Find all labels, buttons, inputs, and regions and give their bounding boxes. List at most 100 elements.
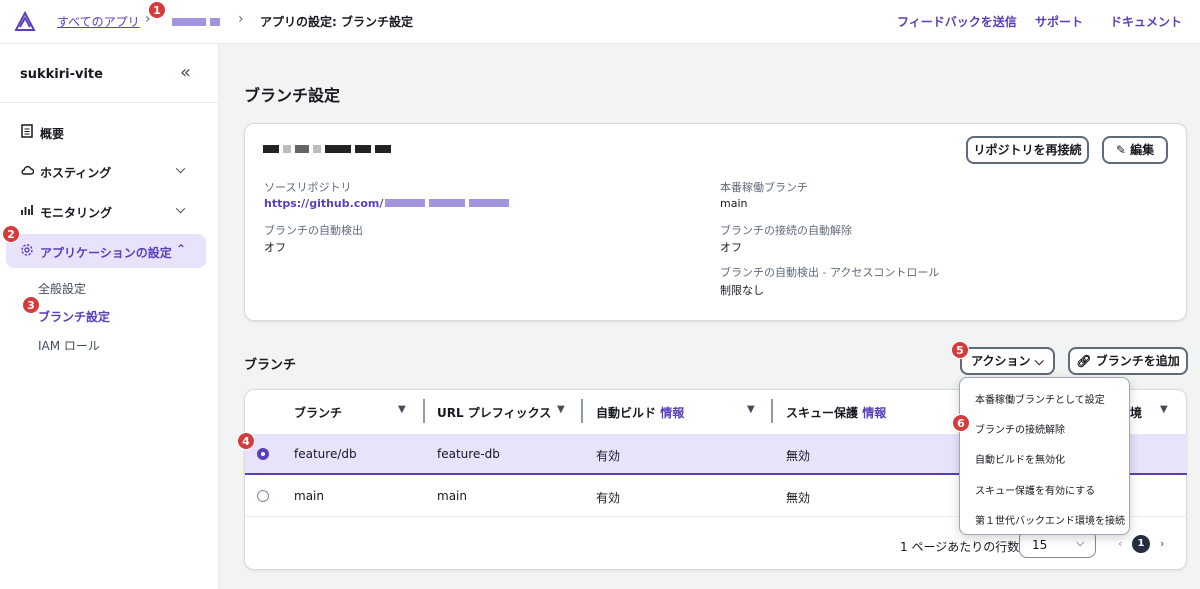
breadcrumb-current: アプリの設定: ブランチ設定 bbox=[260, 15, 413, 29]
chevron-down-icon: ⌵ bbox=[1076, 536, 1085, 549]
menu-item-connect-gen1-backend[interactable]: 第１世代バックエンド環境を接続 bbox=[975, 512, 1125, 527]
chevron-right-icon: › bbox=[238, 11, 244, 27]
feedback-link[interactable]: フィードバックを送信 bbox=[897, 13, 1017, 30]
previous-page-icon[interactable]: ‹ bbox=[1118, 537, 1122, 550]
column-header-environment[interactable]: 境 bbox=[1130, 404, 1142, 421]
repository-card: リポジトリを再接続 ✎ 編集 ソースリポジトリ https://github.c… bbox=[244, 123, 1187, 321]
sidebar-item-label: ホスティング bbox=[40, 166, 112, 180]
column-header-auto-build[interactable]: 自動ビルド 情報 bbox=[596, 404, 684, 421]
column-header-url-prefix[interactable]: URL プレフィックス bbox=[437, 404, 551, 421]
prod-branch-label: 本番稼働ブランチ bbox=[720, 181, 808, 194]
sort-down-icon[interactable]: ▼ bbox=[747, 404, 755, 415]
chevron-down-icon: ⌵ bbox=[1034, 354, 1044, 368]
sort-down-icon[interactable]: ▼ bbox=[398, 404, 406, 415]
skew-label: スキュー保護 bbox=[786, 406, 859, 420]
sidebar-item-label: モニタリング bbox=[40, 206, 113, 220]
bar-chart-icon bbox=[21, 205, 33, 215]
next-page-icon[interactable]: › bbox=[1160, 537, 1164, 550]
sidebar-item-hosting[interactable]: ホスティング ⌵ bbox=[0, 154, 219, 188]
cell-branch: main bbox=[294, 489, 324, 503]
branches-section-title: ブランチ bbox=[244, 358, 297, 373]
auto-disconnect-label: ブランチの接続の自動解除 bbox=[720, 224, 852, 237]
info-link[interactable]: 情報 bbox=[660, 406, 684, 420]
column-divider[interactable] bbox=[581, 399, 583, 423]
chevron-up-icon: ⌃ bbox=[176, 242, 187, 256]
add-branch-label: ブランチを追加 bbox=[1095, 354, 1180, 368]
sidebar: sukkiri-vite « 概要 ホスティング ⌵ モニタリング ⌵ アプリケ… bbox=[0, 44, 219, 589]
access-control-value: 制限なし bbox=[720, 284, 764, 297]
reconnect-repository-button[interactable]: リポジトリを再接続 bbox=[966, 136, 1089, 164]
documentation-link[interactable]: ドキュメント bbox=[1110, 13, 1182, 30]
support-link[interactable]: サポート bbox=[1035, 13, 1083, 30]
info-link[interactable]: 情報 bbox=[862, 406, 886, 420]
edit-button-label: 編集 bbox=[1130, 143, 1155, 157]
sidebar-subitem-general[interactable]: 全般設定 bbox=[38, 280, 86, 297]
row-radio[interactable] bbox=[257, 490, 269, 502]
column-divider[interactable] bbox=[771, 399, 773, 423]
amplify-logo-icon[interactable] bbox=[14, 10, 36, 32]
breadcrumb-all-apps[interactable]: すべてのアプリ bbox=[57, 13, 140, 30]
rows-per-page-value: 15 bbox=[1032, 538, 1048, 552]
gear-icon bbox=[21, 244, 33, 256]
auto-detect-value: オフ bbox=[264, 241, 286, 254]
menu-item-enable-skew-protection[interactable]: スキュー保護を有効にする bbox=[975, 482, 1095, 497]
access-control-label: ブランチの自動検出 - アクセスコントロール bbox=[720, 266, 940, 279]
cloud-icon bbox=[21, 165, 34, 175]
source-repo-url: https://github.com/ bbox=[264, 197, 384, 210]
row-radio-selected[interactable] bbox=[257, 448, 269, 460]
cell-url-prefix: main bbox=[437, 489, 467, 503]
cell-auto-build: 有効 bbox=[596, 491, 621, 505]
cell-url-prefix: feature-db bbox=[437, 447, 500, 461]
menu-item-set-production[interactable]: 本番稼働ブランチとして設定 bbox=[975, 391, 1105, 406]
actions-dropdown-button[interactable]: アクション ⌵ bbox=[960, 347, 1055, 375]
auto-build-label: 自動ビルド bbox=[596, 406, 657, 420]
source-repo-label: ソースリポジトリ bbox=[264, 181, 352, 194]
page-title: ブランチ設定 bbox=[244, 86, 341, 105]
sort-down-icon[interactable]: ▼ bbox=[1160, 404, 1168, 415]
add-branch-button[interactable]: 🔗︎ ブランチを追加 bbox=[1068, 347, 1188, 375]
breadcrumb-app-name-redacted[interactable] bbox=[172, 15, 220, 29]
page-number-current[interactable]: 1 bbox=[1132, 535, 1150, 553]
cell-branch: feature/db bbox=[294, 447, 357, 461]
column-divider[interactable] bbox=[423, 399, 425, 423]
actions-label: アクション bbox=[971, 354, 1031, 368]
annotation-badge-6: 6 bbox=[952, 414, 970, 432]
cell-skew: 無効 bbox=[786, 449, 811, 463]
pencil-icon: ✎ bbox=[1115, 143, 1131, 157]
repository-name-redacted bbox=[263, 142, 395, 156]
edit-button[interactable]: ✎ 編集 bbox=[1102, 136, 1168, 164]
annotation-badge-1: 1 bbox=[148, 1, 166, 19]
top-navigation: すべてのアプリ › › アプリの設定: ブランチ設定 フィードバックを送信 サポ… bbox=[0, 0, 1200, 44]
sidebar-item-app-settings[interactable]: アプリケーションの設定 ⌃ bbox=[6, 234, 206, 268]
actions-dropdown-menu: 本番稼働ブランチとして設定 ブランチの接続解除 自動ビルドを無効化 スキュー保護… bbox=[959, 377, 1130, 535]
collapse-sidebar-icon[interactable]: « bbox=[180, 62, 191, 83]
menu-item-disable-auto-build[interactable]: 自動ビルドを無効化 bbox=[975, 451, 1065, 466]
sort-down-icon[interactable]: ▼ bbox=[557, 404, 565, 415]
cell-skew: 無効 bbox=[786, 491, 811, 505]
annotation-badge-3: 3 bbox=[22, 296, 40, 314]
divider bbox=[0, 102, 219, 103]
link-icon: 🔗︎ bbox=[1076, 354, 1096, 368]
auto-detect-label: ブランチの自動検出 bbox=[264, 224, 363, 237]
column-header-skew-protection[interactable]: スキュー保護 情報 bbox=[786, 404, 886, 421]
sidebar-item-overview[interactable]: 概要 bbox=[0, 115, 219, 149]
sidebar-subitem-iam-role[interactable]: IAM ロール bbox=[38, 337, 100, 354]
cell-auto-build: 有効 bbox=[596, 449, 621, 463]
annotation-badge-5: 5 bbox=[951, 341, 969, 359]
sidebar-subitem-branch-settings[interactable]: ブランチ設定 bbox=[38, 308, 110, 325]
menu-item-disconnect-branch[interactable]: ブランチの接続解除 bbox=[975, 421, 1065, 436]
source-repo-link[interactable]: https://github.com/ bbox=[264, 197, 510, 210]
sidebar-item-label: アプリケーションの設定 bbox=[40, 246, 172, 260]
chevron-down-icon: ⌵ bbox=[176, 202, 186, 216]
rows-per-page-label: 1 ページあたりの行数 bbox=[900, 540, 1020, 554]
prod-branch-value: main bbox=[720, 197, 748, 210]
sidebar-item-label: 概要 bbox=[40, 127, 65, 141]
column-header-branch[interactable]: ブランチ bbox=[294, 404, 342, 421]
auto-disconnect-value: オフ bbox=[720, 241, 742, 254]
annotation-badge-4: 4 bbox=[237, 432, 255, 450]
chevron-down-icon: ⌵ bbox=[176, 162, 186, 176]
document-icon bbox=[21, 124, 33, 138]
annotation-badge-2: 2 bbox=[2, 225, 20, 243]
app-name: sukkiri-vite bbox=[20, 67, 103, 82]
sidebar-item-monitoring[interactable]: モニタリング ⌵ bbox=[0, 194, 219, 228]
